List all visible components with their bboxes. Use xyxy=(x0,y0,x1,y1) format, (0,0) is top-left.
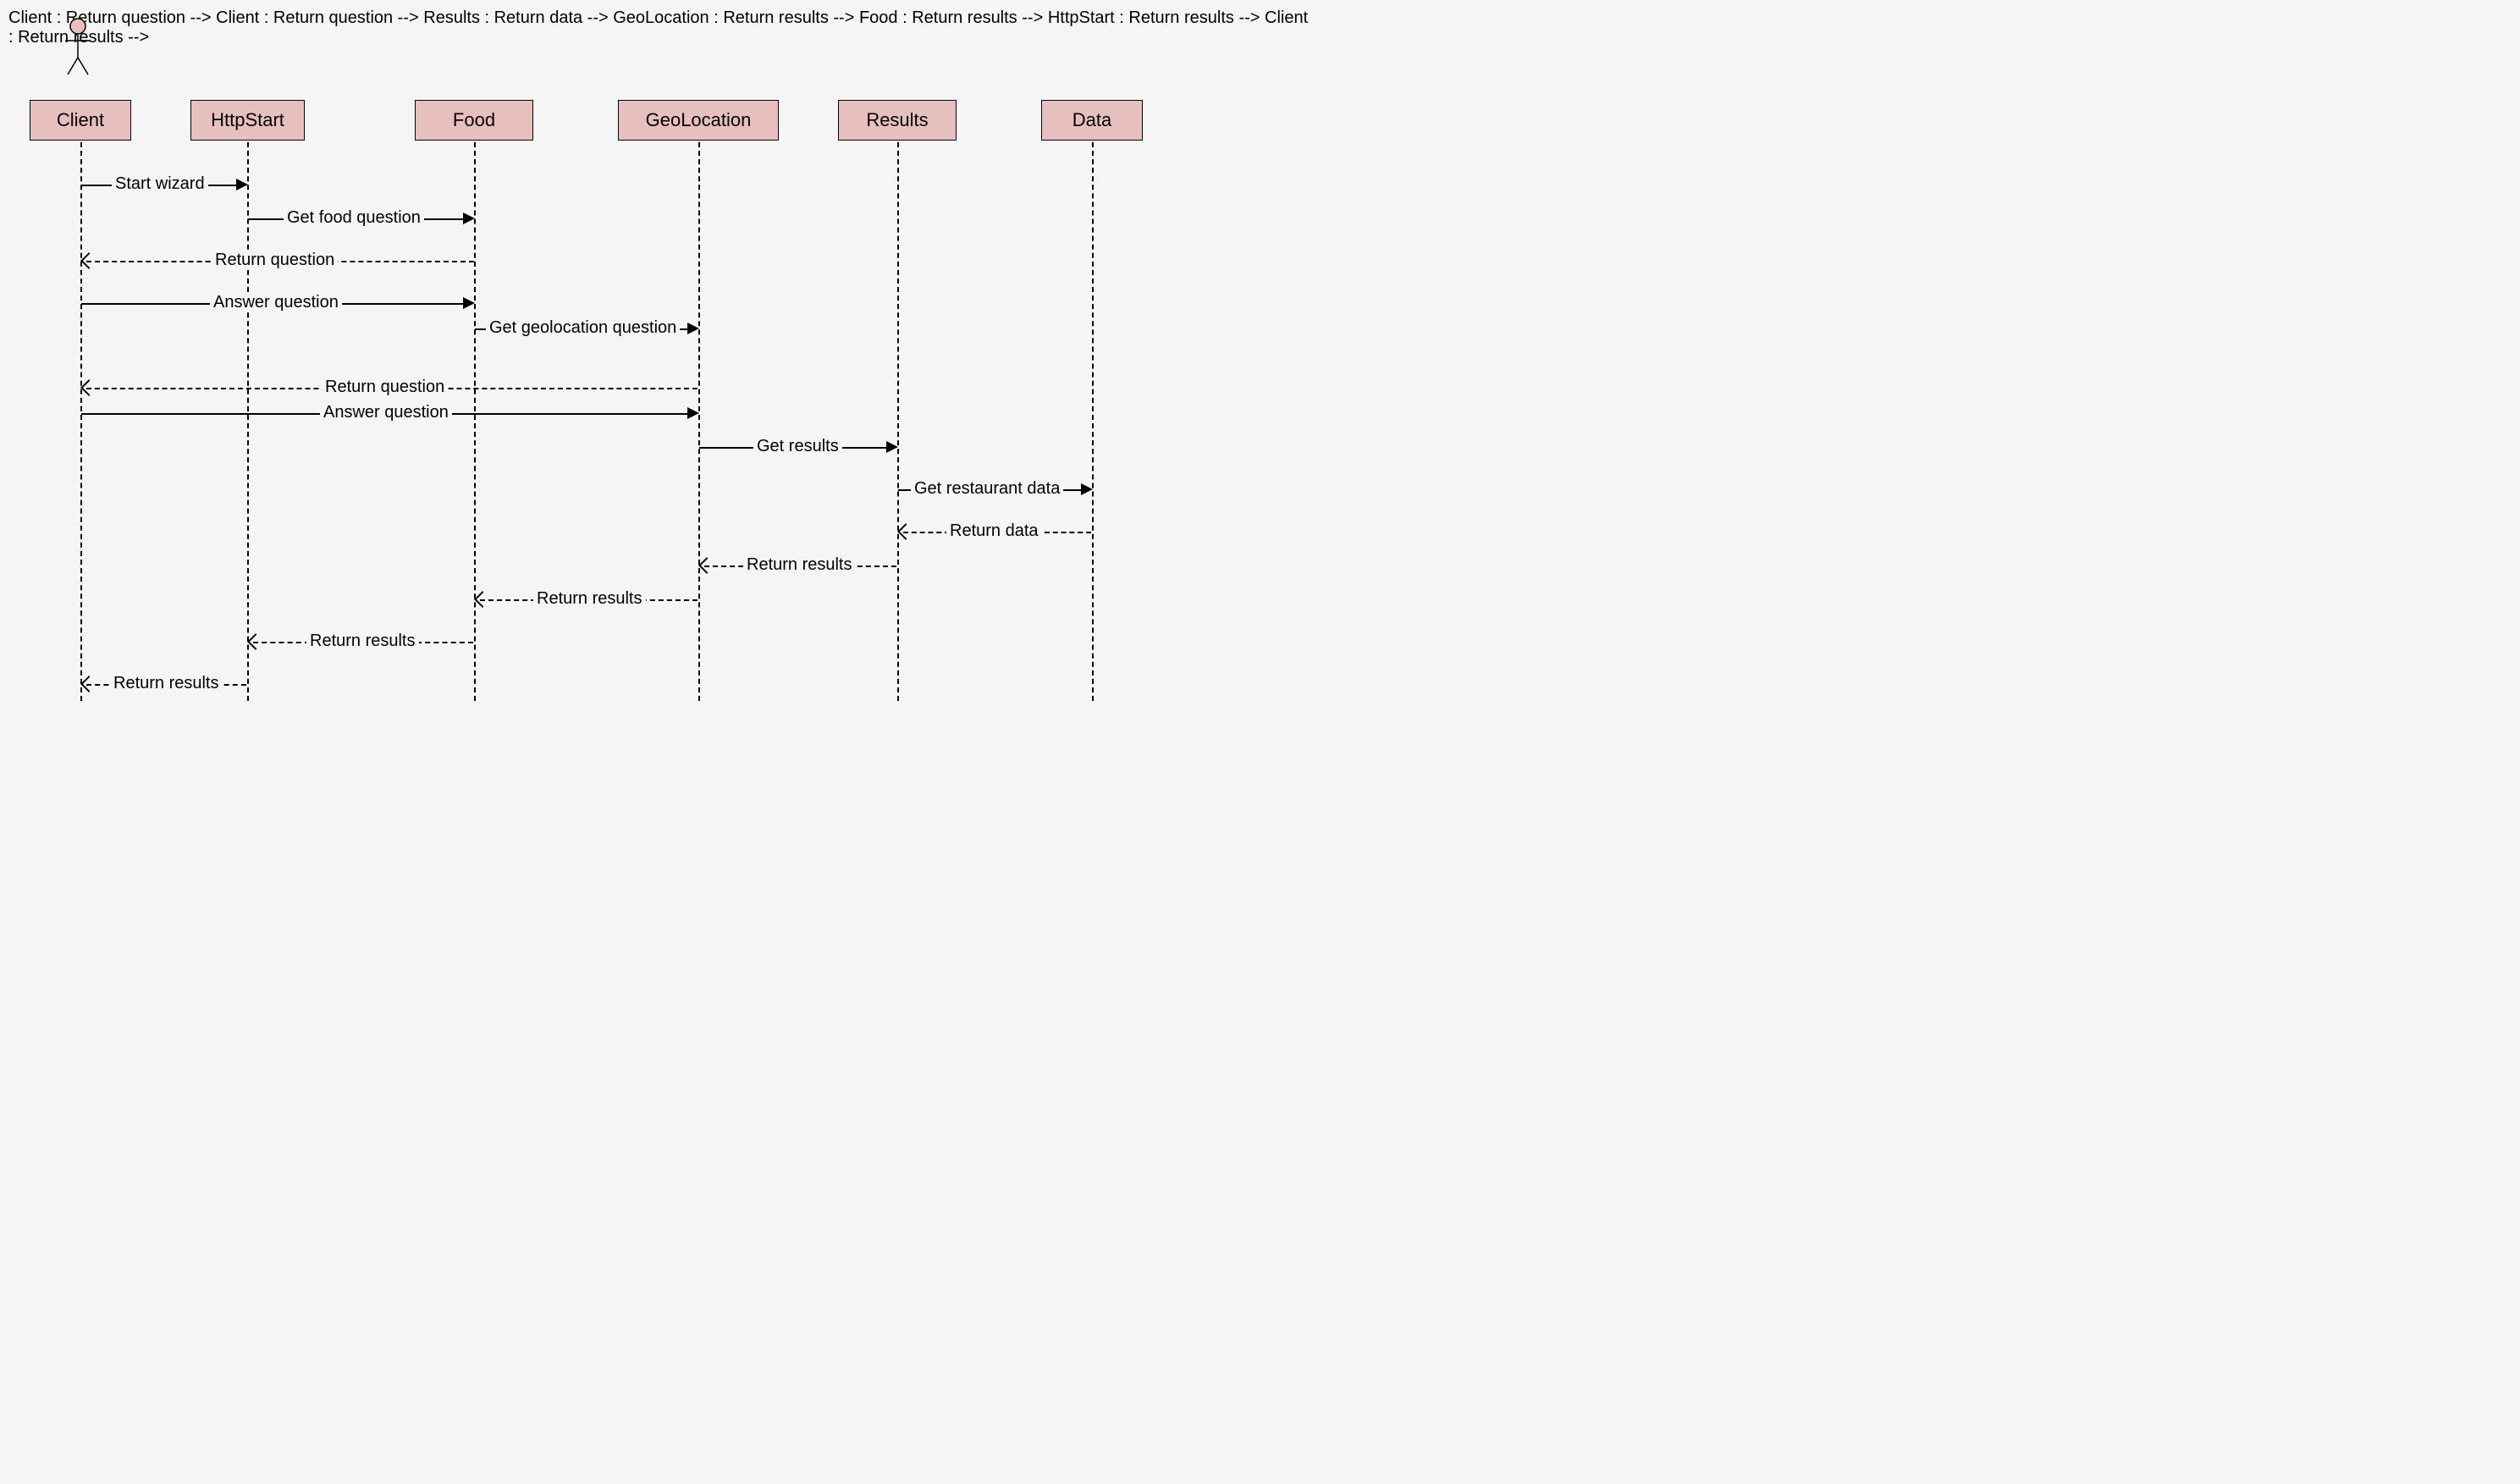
participant-data: Data xyxy=(1041,100,1143,141)
message-label: Return results xyxy=(743,555,856,575)
lifeline-geolocation xyxy=(698,142,700,701)
arrowhead-icon xyxy=(1081,483,1093,495)
message-label: Get restaurant data xyxy=(911,479,1063,499)
message-label: Return results xyxy=(306,632,419,651)
arrowhead-icon xyxy=(80,676,97,692)
participant-label: Data xyxy=(1073,109,1111,130)
lifeline-client xyxy=(80,142,82,701)
arrowhead-icon xyxy=(897,523,914,540)
participant-label: Client xyxy=(57,109,104,130)
message-label: Return results xyxy=(533,589,646,609)
message-label: Get food question xyxy=(284,208,424,228)
arrowhead-icon xyxy=(886,441,898,453)
lifeline-httpstart xyxy=(247,142,249,701)
arrowhead-icon xyxy=(474,591,491,608)
arrowhead-icon xyxy=(236,179,248,190)
participant-label: Results xyxy=(866,109,928,130)
participant-label: HttpStart xyxy=(211,109,284,130)
arrowhead-icon xyxy=(698,557,715,574)
sequence-diagram: Client HttpStart Food GeoLocation Result… xyxy=(8,8,1312,770)
arrowhead-icon xyxy=(80,379,97,396)
lifeline-data xyxy=(1092,142,1094,701)
message-label: Answer question xyxy=(210,293,342,312)
participant-label: Food xyxy=(453,109,495,130)
actor-icon xyxy=(61,17,95,76)
message-label: Answer question xyxy=(320,403,452,422)
arrowhead-icon xyxy=(247,633,264,650)
participant-label: GeoLocation xyxy=(646,109,752,130)
participant-client: Client xyxy=(30,100,131,141)
message-label: Start wizard xyxy=(112,174,208,194)
lifeline-food xyxy=(474,142,476,701)
lifeline-results xyxy=(897,142,899,701)
message-label: Return question xyxy=(212,251,338,270)
message-label: Return data xyxy=(946,521,1042,541)
message-label: Return question xyxy=(322,378,448,397)
participant-httpstart: HttpStart xyxy=(190,100,305,141)
arrowhead-icon xyxy=(80,252,97,269)
arrowhead-icon xyxy=(687,407,699,419)
arrowhead-icon xyxy=(687,323,699,334)
message-label: Get results xyxy=(753,437,842,456)
participant-results: Results xyxy=(838,100,957,141)
arrowhead-icon xyxy=(463,297,475,309)
message-label: Get geolocation question xyxy=(486,318,680,338)
arrowhead-icon xyxy=(463,212,475,224)
participant-food: Food xyxy=(415,100,533,141)
message-label: Return results xyxy=(110,674,223,693)
participant-geolocation: GeoLocation xyxy=(618,100,779,141)
